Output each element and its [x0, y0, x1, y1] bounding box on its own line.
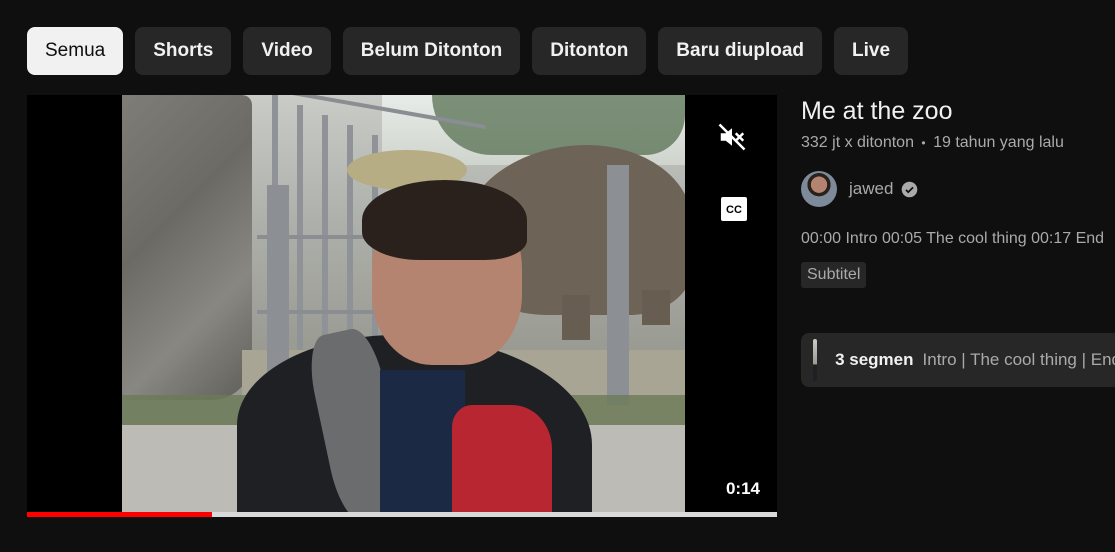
video-frame[interactable] [122, 95, 685, 512]
chip-baru-diupload[interactable]: Baru diupload [658, 27, 823, 75]
chip-shorts[interactable]: Shorts [135, 27, 232, 75]
progress-bar[interactable] [27, 512, 777, 517]
segment-thumbnail [813, 339, 818, 381]
segments-count: 3 segmen [835, 350, 914, 369]
chip-ditonton[interactable]: Ditonton [532, 27, 647, 75]
video-meta: 332 jt x ditonton • 19 tahun yang lalu [801, 134, 1115, 152]
segments-names: Intro | The cool thing | End [922, 350, 1115, 369]
video-duration: 0:14 [725, 479, 760, 498]
closed-captions-icon[interactable]: CC [719, 194, 749, 224]
channel-name[interactable]: jawed [849, 179, 893, 199]
chip-live[interactable]: Live [834, 27, 909, 75]
view-count: 332 jt x ditonton [801, 134, 914, 151]
chip-semua[interactable]: Semua [27, 27, 124, 75]
segments-chapters[interactable]: 3 segmen Intro | The cool thing | End [801, 333, 1115, 387]
upload-age: 19 tahun yang lalu [933, 134, 1064, 151]
subtitle-badge: Subtitel [801, 262, 867, 288]
verified-check-icon [901, 181, 918, 198]
video-info: Me at the zoo 332 jt x ditonton • 19 tah… [801, 97, 1115, 288]
video-title[interactable]: Me at the zoo [801, 97, 1115, 126]
video-player[interactable]: CC 0:14 [27, 95, 777, 517]
video-description: 00:00 Intro 00:05 The cool thing 00:17 E… [801, 230, 1105, 247]
channel-row[interactable]: jawed [801, 171, 1115, 207]
chip-belum-ditonton[interactable]: Belum Ditonton [342, 27, 521, 75]
muted-speaker-icon[interactable] [717, 122, 747, 152]
meta-separator: • [921, 135, 926, 150]
filter-chips: Semua Shorts Video Belum Ditonton Ditont… [27, 27, 909, 75]
progress-fill [27, 512, 212, 517]
cc-label: CC [726, 204, 742, 216]
chip-video[interactable]: Video [243, 27, 331, 75]
avatar[interactable] [801, 171, 837, 207]
